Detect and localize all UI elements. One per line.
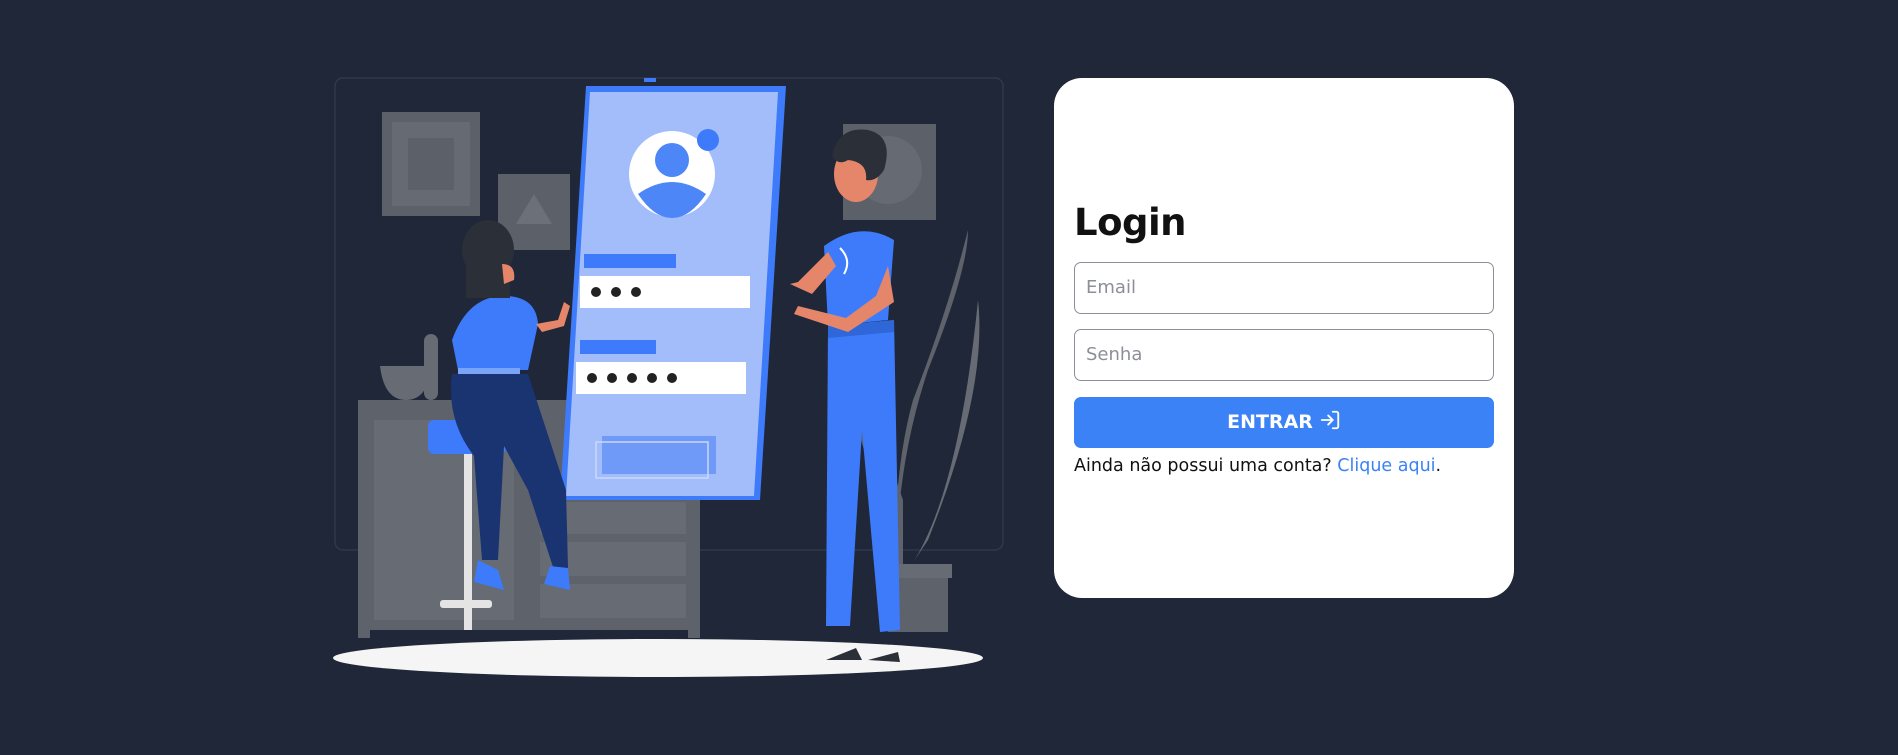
login-illustration [333,77,1004,677]
signup-suffix: . [1435,455,1442,476]
email-field[interactable] [1074,261,1494,314]
password-field[interactable] [1074,328,1494,381]
signup-link[interactable]: Clique aqui [1337,456,1435,476]
woman [452,296,538,370]
signup-prompt-text: Ainda não possui uma conta? [1074,455,1332,476]
signup-prompt: Ainda não possui uma conta? Clique aqui. [1074,456,1494,476]
submit-button[interactable]: ENTRAR [1074,396,1494,448]
login-card: Login ENTRAR Ainda não possui uma conta?… [1054,78,1514,598]
page-title: Login [1074,200,1187,244]
sign-in-icon [1319,409,1341,436]
submit-button-label: ENTRAR [1227,411,1313,433]
